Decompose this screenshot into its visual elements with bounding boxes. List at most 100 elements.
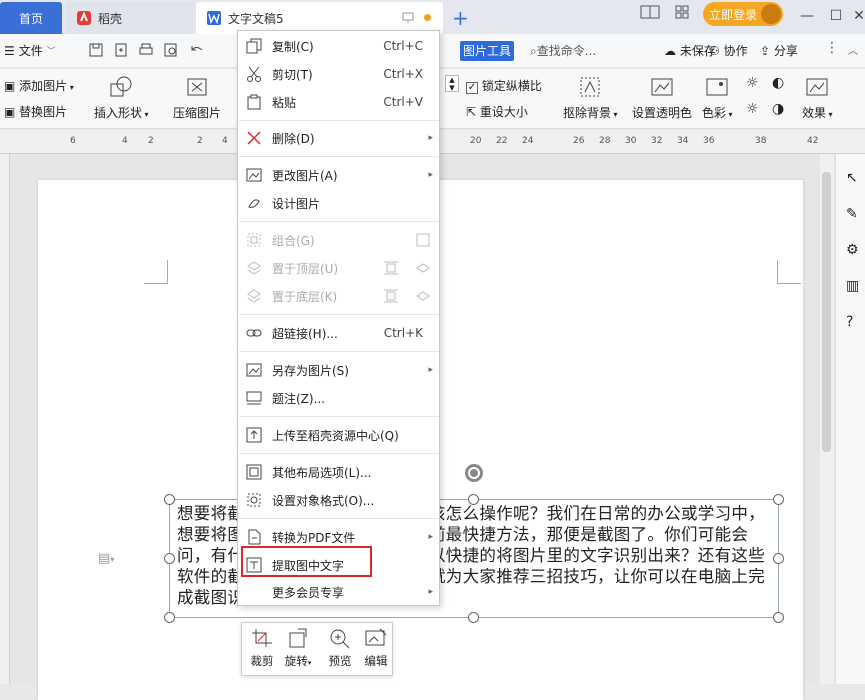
resize-handle[interactable]: [164, 494, 175, 505]
paragraph-icon[interactable]: ▤▾: [98, 551, 114, 566]
chevron-right-icon: ▸: [428, 170, 433, 180]
ruler-tick: 2: [197, 136, 203, 146]
paste-icon: [247, 94, 261, 110]
ruler-tick: 24: [522, 136, 534, 146]
add-picture-button[interactable]: ▣ 添加图片 ▾: [4, 77, 74, 94]
menu-item-group[interactable]: 组合(G): [238, 226, 439, 254]
insert-shape-button[interactable]: 插入形状 ▾: [94, 74, 149, 121]
tab-daoke[interactable]: 稻壳: [66, 2, 193, 34]
cursor-icon[interactable]: ↖: [846, 170, 858, 186]
brightness-up-icon[interactable]: ☼: [746, 75, 759, 91]
menu-item-delete[interactable]: 删除(D) ▸: [238, 124, 439, 152]
minimize-icon[interactable]: —: [796, 5, 818, 27]
resize-handle[interactable]: [773, 553, 784, 564]
ruler-tick: 22: [496, 136, 508, 146]
replace-picture-button[interactable]: ▣ 替换图片: [4, 103, 67, 120]
edit-button[interactable]: 编辑: [358, 627, 394, 669]
save-icon[interactable]: [88, 42, 106, 60]
undo-icon[interactable]: [188, 42, 206, 60]
menu-item-copy[interactable]: 复制(C) Ctrl+C: [238, 32, 439, 60]
insert-shape-label: 插入形状: [94, 106, 143, 120]
search-command[interactable]: ⌕查找命令...: [530, 42, 596, 59]
compress-button[interactable]: 压缩图片: [173, 74, 221, 121]
grid-icon[interactable]: [674, 4, 690, 20]
book-icon[interactable]: ▥: [846, 278, 859, 294]
menu-item-bring-to-front[interactable]: 置于顶层(U): [238, 254, 439, 282]
menu-item-format-object[interactable]: 设置对象格式(O)...: [238, 486, 439, 514]
file-menu[interactable]: ☰ 文件 ﹀: [4, 42, 56, 59]
contrast-up-icon[interactable]: ◐: [772, 75, 784, 91]
menu-item-change-picture[interactable]: 更改图片(A) ▸: [238, 161, 439, 189]
new-tab-button[interactable]: +: [452, 6, 469, 30]
rotate-handle-icon[interactable]: [465, 464, 483, 482]
pen-icon[interactable]: ✎: [846, 206, 858, 222]
collapse-ribbon-icon[interactable]: ︿: [848, 42, 858, 57]
menu-divider: [239, 120, 439, 121]
ruler-tick: 30: [625, 136, 637, 146]
print-preview-icon[interactable]: [163, 42, 181, 60]
scrollbar-thumb[interactable]: [822, 172, 831, 452]
reset-size-icon: ⇱: [466, 105, 477, 119]
menu-item-layout-options[interactable]: 其他布局选项(L)...: [238, 458, 439, 486]
reset-size-label: 重设大小: [479, 105, 528, 119]
menu-item-label: 设置对象格式(O)...: [272, 493, 375, 508]
maximize-icon[interactable]: ☐: [825, 5, 847, 27]
group-icon: [247, 233, 261, 247]
reader-mode-icon[interactable]: [640, 4, 660, 20]
reset-size-button[interactable]: ⇱ 重设大小: [466, 103, 528, 120]
close-icon[interactable]: ✕: [848, 5, 865, 27]
tab-picture-tools[interactable]: 图片工具: [460, 41, 514, 61]
width-stepper[interactable]: ▲ ▼: [445, 75, 459, 92]
menu-item-upload-daoke[interactable]: 上传至稻壳资源中心(Q): [238, 421, 439, 449]
menu-item-save-as-picture[interactable]: 另存为图片(S) ▸: [238, 356, 439, 384]
color-button[interactable]: 色彩 ▾: [702, 74, 733, 121]
file-menu-label: 文件: [18, 44, 43, 58]
more-icon[interactable]: ⋮: [825, 40, 839, 56]
menu-item-paste[interactable]: 粘贴 Ctrl+V: [238, 88, 439, 116]
help-icon[interactable]: ?: [846, 314, 853, 330]
share-button[interactable]: ⇪ 分享: [760, 42, 798, 59]
replace-picture-icon: ▣: [4, 105, 16, 119]
right-side-panel: [835, 154, 865, 684]
monitor-icon[interactable]: [402, 12, 414, 24]
tab-home[interactable]: 首页: [0, 2, 62, 34]
crop-button[interactable]: 裁剪: [244, 627, 280, 669]
rotate-button[interactable]: 旋转▾: [280, 627, 316, 669]
ruler-tick: 4: [122, 136, 128, 146]
color-label: 色彩: [702, 106, 727, 120]
export-icon[interactable]: [113, 42, 131, 60]
transparent-button[interactable]: 设置透明色: [632, 74, 692, 121]
collab-button[interactable]: ⚇ 协作: [709, 42, 748, 59]
brightness-down-icon[interactable]: ☼: [746, 101, 759, 117]
resize-handle[interactable]: [164, 612, 175, 623]
ruler-tick: 26: [573, 136, 585, 146]
login-button[interactable]: 立即登录: [703, 2, 783, 26]
edit-label: 编辑: [364, 654, 388, 668]
scissors-icon: [247, 66, 261, 82]
settings-sliders-icon[interactable]: ⚙: [846, 242, 859, 258]
resize-handle[interactable]: [164, 553, 175, 564]
menu-divider: [239, 453, 439, 454]
context-menu: 复制(C) Ctrl+C 剪切(T) Ctrl+X 粘贴 Ctrl+V 删除(D…: [237, 30, 440, 606]
menu-item-cut[interactable]: 剪切(T) Ctrl+X: [238, 60, 439, 88]
unsaved-dot-icon: [424, 14, 431, 21]
contrast-down-icon[interactable]: ◑: [772, 101, 784, 117]
color-icon: [706, 78, 728, 96]
menu-item-send-to-back[interactable]: 置于底层(K): [238, 282, 439, 310]
margin-corner-mark: [777, 260, 801, 284]
lock-ratio-checkbox[interactable]: ✓ 锁定纵横比: [466, 77, 542, 94]
menu-item-more-vip[interactable]: 更多会员专享 ▸: [238, 578, 439, 606]
resize-handle[interactable]: [773, 612, 784, 623]
effect-button[interactable]: 效果 ▾: [802, 74, 833, 121]
resize-handle[interactable]: [468, 494, 479, 505]
preview-button[interactable]: 预览: [322, 627, 358, 669]
menu-item-design-picture[interactable]: 设计图片: [238, 189, 439, 217]
menu-item-hyperlink[interactable]: 超链接(H)... Ctrl+K: [238, 319, 439, 347]
upload-icon: [246, 427, 262, 443]
remove-bg-button[interactable]: 抠除背景 ▾: [563, 74, 618, 121]
print-icon[interactable]: [138, 42, 156, 60]
search-icon: ⌕: [530, 44, 537, 58]
resize-handle[interactable]: [468, 612, 479, 623]
resize-handle[interactable]: [773, 494, 784, 505]
menu-item-caption[interactable]: 题注(Z)...: [238, 384, 439, 412]
